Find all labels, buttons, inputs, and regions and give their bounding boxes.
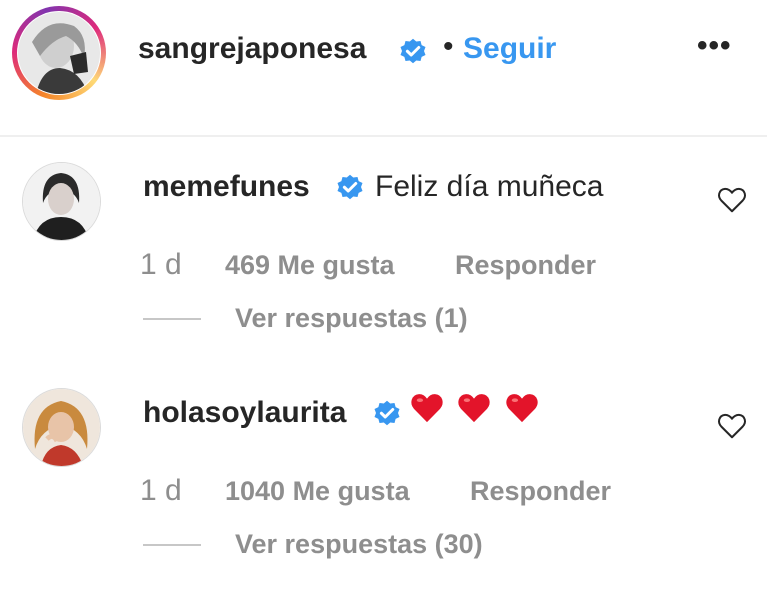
commenter-username[interactable]: holasoylaurita (143, 396, 346, 430)
comment-time[interactable]: 1 d (140, 474, 182, 508)
separator-dot: • (443, 30, 454, 63)
reply-button[interactable]: Responder (455, 250, 596, 281)
comment-likes[interactable]: 469 Me gusta (225, 250, 395, 281)
replies-divider (143, 544, 201, 546)
heart-outline-icon[interactable] (717, 186, 747, 214)
commenter-username[interactable]: memefunes (143, 170, 310, 204)
post-header: sangrejaponesa • Seguir ••• (0, 0, 767, 137)
red-heart-emoji-icon (411, 394, 443, 423)
comment-time[interactable]: 1 d (140, 248, 182, 282)
heart-outline-icon[interactable] (717, 412, 747, 440)
comment-likes[interactable]: 1040 Me gusta (225, 476, 410, 507)
verified-badge-icon (337, 174, 363, 200)
comment-text: Feliz día muñeca (375, 170, 604, 203)
verified-badge-icon (400, 38, 426, 64)
red-heart-emoji-icon (458, 394, 491, 423)
follow-button[interactable]: Seguir (463, 32, 556, 66)
comment-item: memefunes Feliz día muñeca 1 d 469 Me gu… (0, 150, 767, 350)
reply-button[interactable]: Responder (470, 476, 611, 507)
commenter-avatar[interactable] (22, 388, 101, 467)
replies-divider (143, 318, 201, 320)
red-heart-emoji-icon (506, 394, 538, 423)
author-avatar[interactable] (18, 12, 100, 94)
author-username[interactable]: sangrejaponesa (138, 32, 366, 66)
verified-badge-icon (374, 400, 400, 426)
comment-text (410, 392, 539, 428)
view-replies-button[interactable]: Ver respuestas (30) (235, 529, 483, 560)
comment-item: holasoylaurita 1 d 1040 Me gusta Respond… (0, 376, 767, 576)
view-replies-button[interactable]: Ver respuestas (1) (235, 303, 468, 334)
commenter-avatar[interactable] (22, 162, 101, 241)
more-options-button[interactable]: ••• (697, 31, 732, 61)
